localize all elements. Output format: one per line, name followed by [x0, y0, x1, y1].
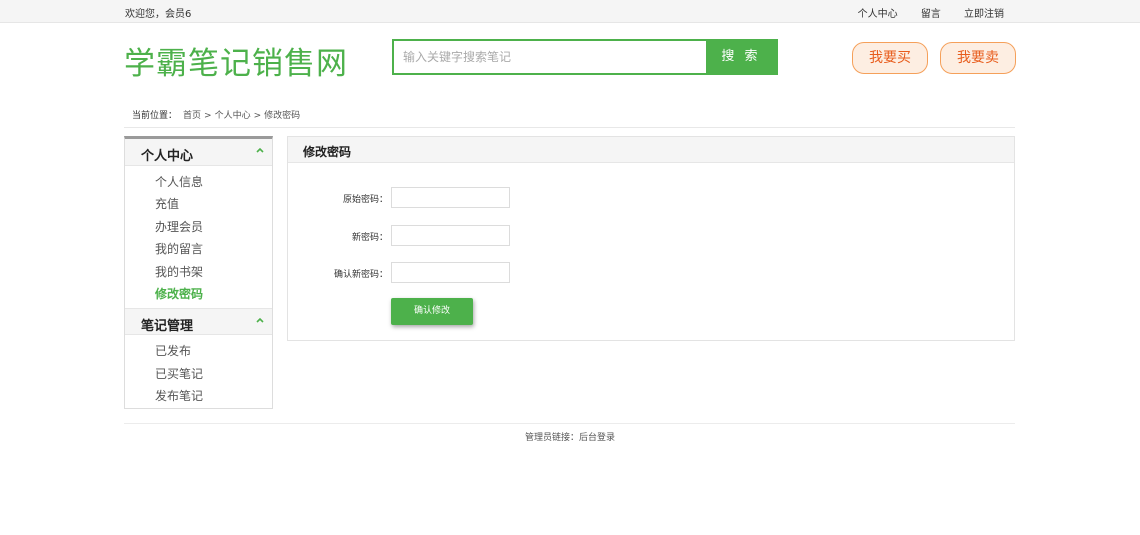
sidebar-item-profile-info[interactable]: 个人信息 — [155, 171, 272, 193]
sidebar-item-recharge[interactable]: 充值 — [155, 193, 272, 215]
top-link-message[interactable]: 留言 — [921, 9, 941, 20]
sidebar-item-publish-note[interactable]: 发布笔记 — [155, 385, 272, 407]
sidebar-item-bought-notes[interactable]: 已买笔记 — [155, 363, 272, 385]
breadcrumb-label: 当前位置： — [132, 111, 178, 121]
chevron-up-icon[interactable] — [256, 146, 264, 154]
top-link-profile[interactable]: 个人中心 — [858, 9, 898, 20]
sidebar-item-bookshelf[interactable]: 我的书架 — [155, 261, 272, 283]
confirm-password-label: 确认新密码： — [333, 270, 388, 280]
breadcrumb-home[interactable]: 首页 — [183, 111, 201, 121]
confirm-change-button[interactable]: 确认修改 — [391, 298, 473, 325]
footer: 管理员链接：后台登录 — [0, 430, 1140, 443]
new-password-field[interactable] — [391, 225, 510, 246]
site-logo[interactable]: 学霸笔记销售网 — [124, 38, 348, 83]
sidebar-section-title: 笔记管理 — [141, 319, 194, 335]
sidebar: 个人中心 个人信息 充值 办理会员 我的留言 我的书架 修改密码 笔记管理 已发… — [124, 136, 273, 409]
footer-label: 管理员链接： — [524, 433, 579, 443]
breadcrumb: 当前位置： 首页 > 个人中心 > 修改密码 — [132, 108, 300, 121]
breadcrumb-separator: > — [253, 111, 262, 121]
old-password-label: 原始密码： — [342, 195, 388, 205]
top-links: 个人中心 留言 立即注销 — [838, 5, 1004, 20]
admin-login-link[interactable]: 后台登录 — [579, 433, 615, 443]
sidebar-item-change-password[interactable]: 修改密码 — [155, 283, 272, 305]
breadcrumb-divider — [124, 127, 1015, 128]
old-password-field[interactable] — [391, 187, 510, 208]
breadcrumb-separator: > — [204, 111, 212, 121]
sidebar-item-my-messages[interactable]: 我的留言 — [155, 238, 272, 260]
sidebar-list-notes: 已发布 已买笔记 发布笔记 — [125, 335, 272, 410]
change-password-panel: 修改密码 原始密码： 新密码： 确认新密码： 确认修改 — [287, 136, 1015, 341]
breadcrumb-profile[interactable]: 个人中心 — [215, 111, 251, 121]
panel-title: 修改密码 — [303, 145, 352, 159]
top-link-logout[interactable]: 立即注销 — [964, 9, 1004, 20]
search-button[interactable]: 搜 索 — [706, 41, 776, 73]
sidebar-item-membership[interactable]: 办理会员 — [155, 216, 272, 238]
sidebar-list-profile: 个人信息 充值 办理会员 我的留言 我的书架 修改密码 — [125, 166, 272, 308]
buy-button[interactable]: 我要买 — [852, 42, 928, 74]
sidebar-item-published[interactable]: 已发布 — [155, 340, 272, 362]
new-password-label: 新密码： — [351, 233, 388, 243]
breadcrumb-current: 修改密码 — [264, 111, 301, 121]
form-row-old-password: 原始密码： — [288, 187, 588, 209]
search-bar: 搜 索 — [392, 39, 778, 75]
footer-divider — [124, 423, 1015, 424]
welcome-text: 欢迎您，会员6 — [125, 9, 192, 20]
sell-button[interactable]: 我要卖 — [940, 42, 1016, 74]
sidebar-section-title: 个人中心 — [141, 149, 194, 164]
panel-header: 修改密码 — [288, 137, 1014, 163]
confirm-password-field[interactable] — [391, 262, 510, 283]
chevron-up-icon[interactable] — [256, 316, 264, 324]
top-bar: 欢迎您，会员6 个人中心 留言 立即注销 — [0, 0, 1140, 23]
sidebar-section-header-profile[interactable]: 个人中心 — [125, 139, 272, 166]
sidebar-section-header-notes[interactable]: 笔记管理 — [125, 308, 272, 336]
search-input[interactable] — [394, 41, 706, 73]
form-row-confirm-password: 确认新密码： — [288, 262, 588, 284]
form-row-new-password: 新密码： — [288, 225, 588, 247]
